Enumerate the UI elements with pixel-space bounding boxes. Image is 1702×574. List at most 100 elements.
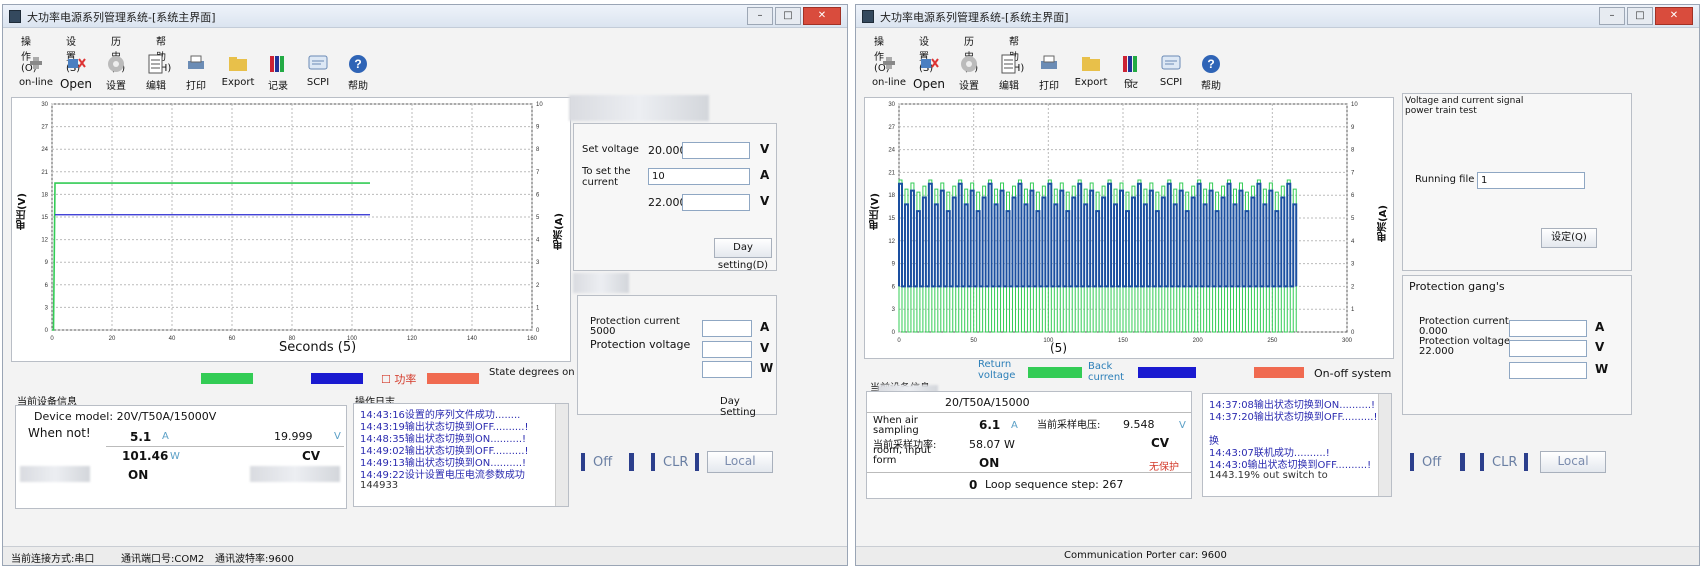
blurred-region — [569, 95, 709, 121]
set-voltage-value: 20.000 — [648, 144, 687, 157]
set-current-input[interactable]: 10 — [648, 168, 750, 185]
protection-current-input[interactable] — [1509, 320, 1587, 337]
toolbar-online-button[interactable]: on-line — [868, 51, 910, 95]
maximize-button[interactable]: □ — [1627, 7, 1653, 25]
y2-tick-label: 5 — [1351, 216, 1355, 222]
toolbar-record-button[interactable]: प्रिंट — [1110, 51, 1152, 95]
protection-current-input[interactable] — [702, 320, 752, 337]
y2-tick-label: 7 — [1351, 170, 1355, 176]
local-button[interactable]: Local — [1540, 451, 1606, 473]
chart-panel: 0 20 40 60 80 100 120 140 160 0 3 6 9 12 15 18 21 24 27 30 0… — [11, 97, 571, 362]
toolbar-help-button[interactable]: ? 帮助 — [1190, 51, 1232, 95]
toolbar-print-button[interactable]: 打印 — [1028, 51, 1070, 95]
help-icon: ? — [347, 53, 369, 75]
toolbar-settings-button[interactable]: 设置 — [95, 51, 137, 95]
third-setting-unit: V — [760, 194, 770, 208]
y2-tick-label: 0 — [1351, 330, 1355, 336]
protection-voltage-input[interactable] — [1509, 340, 1587, 357]
legend-onoff-swatch — [1254, 367, 1304, 378]
close-button[interactable]: ✕ — [803, 7, 841, 25]
protection-power-input[interactable] — [702, 361, 752, 378]
toolbar-open-button[interactable]: Open — [908, 51, 950, 95]
x-tick-label: 150 — [1118, 338, 1129, 344]
printer-icon — [185, 53, 207, 75]
blurred-region — [250, 466, 340, 482]
x-tick-label: 200 — [1193, 338, 1204, 344]
off-button-indicator — [581, 453, 585, 471]
toolbar-record-button[interactable]: 记录 — [257, 51, 299, 95]
x-tick-label: 20 — [109, 336, 116, 342]
y2-tick-label: 6 — [536, 192, 540, 198]
setting-panel: Set voltage 20.000 V To set the current … — [573, 123, 777, 271]
toolbar-open-button[interactable]: Open — [55, 51, 97, 95]
clr-button[interactable]: CLR — [1492, 455, 1517, 470]
chart-y2-axis-label: 电流(A) — [554, 213, 565, 250]
protection-current-unit: A — [760, 320, 770, 334]
toolbar-export-button[interactable]: Export — [217, 51, 259, 95]
toolbar-settings-button[interactable]: 设置 — [948, 51, 990, 95]
help-icon: ? — [1200, 53, 1222, 75]
toolbar-online-button[interactable]: on-line — [15, 51, 57, 95]
y2-tick-label: 9 — [1351, 125, 1355, 131]
y-tick-label: 30 — [888, 102, 895, 108]
toolbar-export-button[interactable]: Export — [1070, 51, 1112, 95]
blurred-region — [20, 466, 90, 482]
legend-voltage-swatch — [1028, 367, 1082, 378]
y2-tick-label: 5 — [536, 215, 540, 221]
x-tick-label: 140 — [467, 336, 478, 342]
protection-day-setting[interactable]: Day Setting — [720, 396, 776, 418]
document-icon — [145, 53, 167, 75]
minimize-button[interactable]: – — [1599, 7, 1625, 25]
toolbar-scpi-button[interactable]: SCPI — [1150, 51, 1192, 95]
device-voltage-unit: V — [334, 431, 341, 442]
toolbar-help-button[interactable]: ? 帮助 — [337, 51, 379, 95]
device-info-panel: 20/T50A/15000 When air sampling 6.1 A 当前… — [866, 391, 1192, 499]
set-voltage-unit: V — [760, 142, 770, 156]
x-tick-label: 120 — [407, 336, 418, 342]
chart-x-axis-label: (5) — [1050, 341, 1067, 355]
device-power-unit: W — [170, 451, 180, 462]
close-button[interactable]: ✕ — [1655, 7, 1693, 25]
toolbar-scpi-button[interactable]: SCPI — [297, 51, 339, 95]
device-current-value: 6.1 — [979, 418, 1001, 432]
protection-voltage-input[interactable] — [702, 341, 752, 358]
gear-icon — [105, 53, 127, 75]
printer-icon — [1038, 53, 1060, 75]
window-title: 大功率电源系列管理系统-[系统主界面] — [880, 11, 1069, 24]
y2-tick-label: 1 — [536, 305, 540, 311]
clr-button[interactable]: CLR — [663, 455, 688, 470]
protection-panel: Protection current 5000 A Protection vol… — [577, 295, 777, 418]
title-bar: 大功率电源系列管理系统-[系统主界面] – □ ✕ — [856, 5, 1699, 28]
log-scrollbar[interactable] — [1378, 394, 1391, 496]
y2-tick-label: 4 — [1351, 239, 1355, 245]
local-button[interactable]: Local — [707, 451, 773, 473]
toolbar-edit-button[interactable]: 编辑 — [988, 51, 1030, 95]
y-tick-label: 3 — [45, 305, 49, 311]
device-voltage-unit: V — [1179, 420, 1186, 431]
log-scrollbar[interactable] — [555, 404, 568, 506]
off-button-indicator — [1460, 453, 1465, 471]
protection-power-input[interactable] — [1509, 362, 1587, 379]
day-setting-button[interactable]: Day setting(D) — [714, 238, 772, 271]
legend-power-label: ☐ 功率 — [381, 373, 417, 386]
toolbar-edit-button[interactable]: 编辑 — [135, 51, 177, 95]
off-button[interactable]: Off — [1422, 455, 1441, 470]
running-file-label: Running file — [1415, 174, 1475, 185]
set-voltage-input[interactable] — [682, 142, 750, 159]
off-button[interactable]: Off — [593, 455, 612, 470]
device-power-value: 58.07 W — [969, 438, 1015, 451]
x-tick-label: 0 — [50, 336, 54, 342]
set-button[interactable]: 设定(Q) — [1541, 228, 1597, 248]
off-button-indicator — [629, 453, 634, 471]
minimize-button[interactable]: – — [747, 7, 773, 25]
third-setting-input[interactable] — [682, 194, 750, 211]
y-tick-label: 27 — [888, 125, 895, 131]
toolbar-print-button[interactable]: 打印 — [175, 51, 217, 95]
running-file-input[interactable]: 1 — [1477, 172, 1585, 189]
y2-tick-label: 10 — [1351, 102, 1358, 108]
chart-y2-axis-label: 电流(A) — [1378, 205, 1389, 242]
maximize-button[interactable]: □ — [775, 7, 801, 25]
device-mode: CV — [1151, 436, 1170, 450]
device-model: 20/T50A/15000 — [945, 396, 1030, 409]
sample-voltage-label: 当前采样电压: — [1037, 420, 1101, 431]
